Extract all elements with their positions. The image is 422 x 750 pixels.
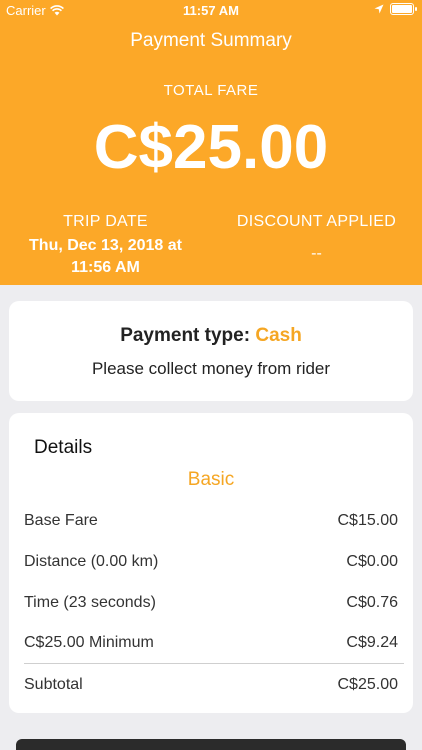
payment-type-label: Payment type: [120, 325, 251, 346]
discount-section: DISCOUNT APPLIED -- [211, 213, 422, 265]
page-title: Payment Summary [130, 30, 292, 51]
fare-row-label: Time (23 seconds) [24, 594, 156, 611]
collect-message: Please collect money from rider [91, 359, 331, 378]
trip-date-label: TRIP DATE [63, 213, 148, 230]
trip-date-section: TRIP DATE Thu, Dec 13, 2018 at 11:56 AM [0, 213, 211, 279]
fare-row-value: C$0.76 [346, 594, 398, 611]
fare-row-label: Base Fare [24, 512, 98, 529]
location-arrow-icon [374, 4, 384, 14]
fare-row-value: C$15.00 [337, 512, 399, 529]
fare-row-label: Distance (0.00 km) [24, 553, 159, 570]
discount-value: -- [311, 245, 322, 262]
payment-summary-screen: Carrier 11:57 AM Payment Summary TOTAL F… [0, 0, 422, 750]
fare-row-time: Time (23 seconds) C$0.76 [24, 590, 398, 616]
total-fare-amount: C$25.00 [93, 113, 329, 182]
payment-type-value: Cash [255, 325, 302, 346]
total-fare-label: TOTAL FARE [163, 82, 259, 99]
subtotal-value: C$25.00 [337, 676, 399, 693]
fare-row-minimum: C$25.00 Minimum C$9.24 [24, 630, 398, 656]
fare-tier: Basic [187, 469, 235, 490]
discount-label: DISCOUNT APPLIED [236, 213, 397, 230]
fare-row-value: C$9.24 [346, 634, 398, 651]
status-bar: Carrier 11:57 AM [0, 0, 422, 22]
battery-icon [390, 3, 417, 15]
subtotal-divider [24, 663, 404, 664]
fare-row-distance: Distance (0.00 km) C$0.00 [24, 549, 398, 575]
fare-row-value: C$0.00 [346, 553, 398, 570]
fare-row-base-fare: Base Fare C$15.00 [24, 508, 398, 534]
bottom-action-button[interactable] [16, 739, 406, 750]
fare-row-label: C$25.00 Minimum [24, 634, 154, 651]
payment-type: Payment type: Cash [9, 325, 413, 347]
status-time: 11:57 AM [183, 3, 239, 18]
trip-date-value: Thu, Dec 13, 2018 at 11:56 AM [29, 237, 182, 276]
details-title: Details [34, 437, 93, 458]
subtotal-row: Subtotal C$25.00 [24, 672, 398, 698]
details-card: Details Basic Base Fare C$15.00 Distance… [9, 413, 413, 713]
payment-type-card: Payment type: Cash Please collect money … [9, 301, 413, 401]
summary-header: Carrier 11:57 AM Payment Summary TOTAL F… [0, 0, 422, 285]
status-right [374, 3, 417, 15]
subtotal-label: Subtotal [24, 676, 83, 693]
